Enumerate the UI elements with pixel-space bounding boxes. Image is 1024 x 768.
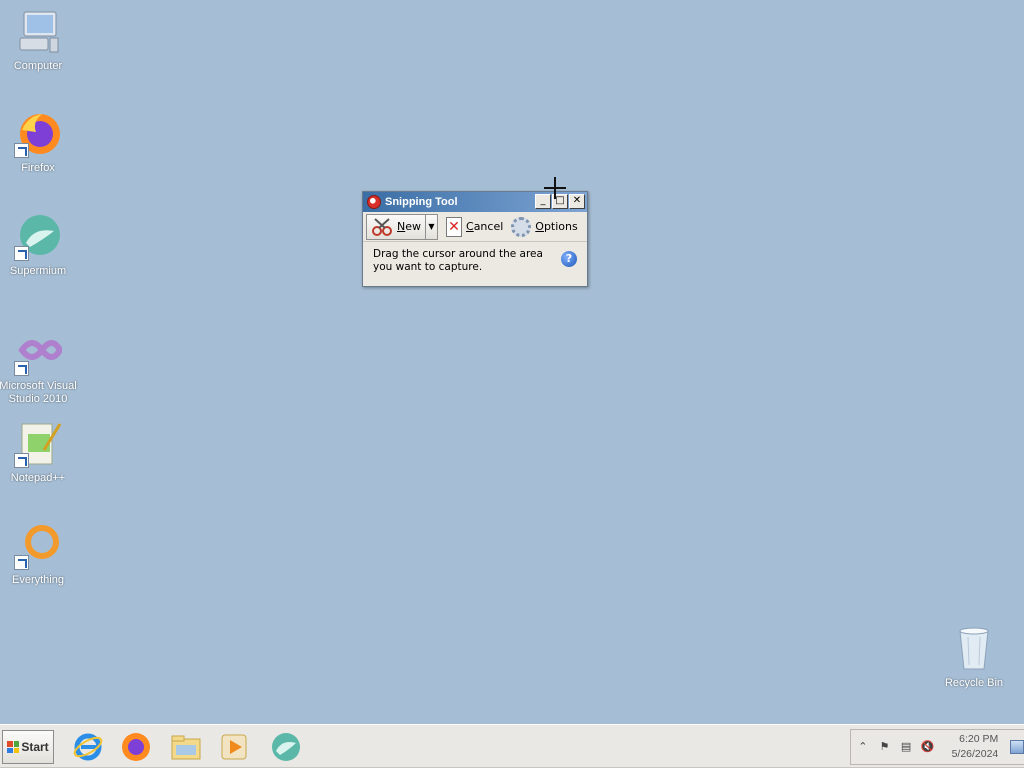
shortcut-arrow-icon: [14, 555, 29, 570]
shortcut-arrow-icon: [14, 361, 29, 376]
options-button[interactable]: Options: [507, 214, 581, 240]
toolbar: New ▼ ✕ Cancel Options: [363, 212, 587, 242]
window-title: Snipping Tool: [385, 196, 458, 208]
supermium-icon: [14, 213, 62, 261]
shortcut-arrow-icon: [14, 246, 29, 261]
snipping-tool-window[interactable]: Snipping Tool _ □ ✕ New ▼ ✕ Cancel Optio…: [362, 191, 588, 287]
desktop-icon-computer[interactable]: Computer: [0, 8, 78, 73]
firefox-icon: [14, 110, 62, 158]
desktop-icon-notepad-plus-plus[interactable]: Notepad++: [0, 420, 78, 485]
snipping-tool-icon: [367, 195, 381, 209]
windows-logo-icon: [7, 741, 20, 753]
new-snip-button[interactable]: New: [366, 213, 426, 240]
action-center-flag-icon[interactable]: ⚑: [877, 739, 893, 755]
shortcut-arrow-icon: [14, 143, 29, 158]
cancel-button-label: Cancel: [466, 220, 504, 233]
internet-explorer-icon[interactable]: [72, 731, 104, 763]
clock-date: 5/26/2024: [951, 748, 999, 760]
system-tray: ⌃ ⚑ ▤ 🔇 6:20 PM 5/26/2024: [850, 729, 1024, 765]
instruction-panel: Drag the cursor around the area you want…: [363, 242, 587, 280]
clock-time: 6:20 PM: [959, 733, 999, 745]
desktop-icon-label: Notepad++: [10, 472, 66, 484]
notepad-plus-plus-icon: [14, 420, 62, 468]
volume-muted-icon[interactable]: 🔇: [920, 739, 936, 755]
clock[interactable]: 6:20 PM 5/26/2024: [948, 732, 999, 762]
scissors-icon: [371, 217, 393, 237]
desktop-icon-label: Computer: [13, 60, 63, 72]
start-button[interactable]: Start: [2, 730, 54, 764]
desktop-icon-visual-studio[interactable]: Microsoft Visual Studio 2010: [0, 328, 78, 406]
options-button-label: Options: [535, 220, 578, 233]
desktop-icon-recycle-bin[interactable]: Recycle Bin: [934, 625, 1014, 690]
chevron-down-icon: ▼: [428, 222, 435, 231]
show-hidden-icons-chevron-icon[interactable]: ⌃: [855, 739, 871, 755]
desktop-icon-label: Everything: [12, 574, 64, 586]
desktop-icon-label: Supermium: [9, 265, 67, 277]
everything-search-icon: [14, 522, 62, 570]
file-explorer-icon[interactable]: [170, 731, 202, 763]
crosshair-cursor-icon: [544, 177, 566, 199]
desktop-icon-supermium[interactable]: Supermium: [0, 213, 78, 278]
network-icon[interactable]: ▤: [898, 739, 914, 755]
computer-icon: [14, 8, 62, 56]
close-button[interactable]: ✕: [569, 194, 585, 209]
supermium-taskbar-icon[interactable]: [270, 731, 302, 763]
start-label: Start: [21, 740, 49, 754]
firefox-taskbar-icon[interactable]: [120, 731, 152, 763]
desktop-icon-label: Recycle Bin: [944, 677, 1004, 689]
instruction-text: Drag the cursor around the area you want…: [373, 248, 543, 273]
gear-icon: [511, 216, 532, 237]
show-desktop-button[interactable]: [1010, 740, 1024, 754]
new-button-label: New: [397, 220, 421, 233]
recycle-bin-icon: [950, 625, 998, 673]
cancel-x-icon: ✕: [446, 216, 462, 237]
desktop-icon-everything[interactable]: Everything: [0, 522, 78, 587]
desktop-icon-firefox[interactable]: Firefox: [0, 110, 78, 175]
media-player-icon[interactable]: [218, 731, 250, 763]
desktop-icon-label: Firefox: [21, 162, 55, 174]
desktop-icon-label: Microsoft Visual Studio 2010: [0, 380, 77, 405]
taskbar: Start ⌃ ⚑ ▤ 🔇 6:20 PM 5/26/2024: [0, 724, 1024, 768]
new-snip-mode-dropdown[interactable]: ▼: [426, 213, 438, 240]
help-icon[interactable]: ?: [561, 251, 577, 267]
visual-studio-icon: [14, 328, 64, 376]
shortcut-arrow-icon: [14, 453, 29, 468]
cancel-button[interactable]: ✕ Cancel: [442, 214, 507, 240]
